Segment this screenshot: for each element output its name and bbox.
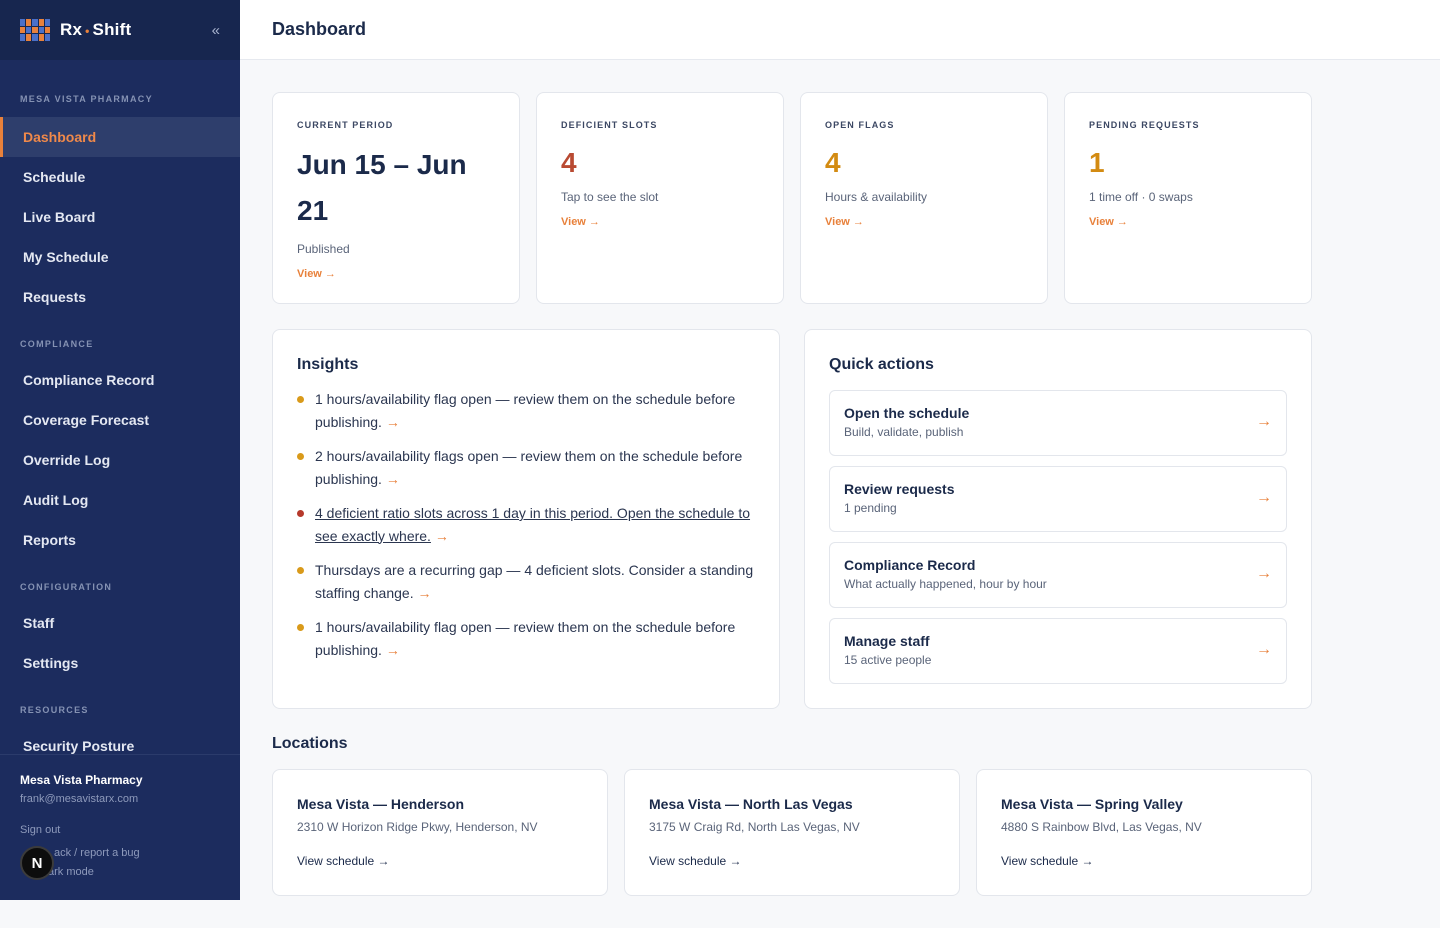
page-title: Dashboard [272, 19, 367, 39]
arrow-right-icon[interactable]: → [386, 642, 400, 658]
quick-action-subtitle: What actually happened, hour by hour [844, 577, 1047, 591]
insights-title: Insights [297, 356, 359, 373]
quick-action-review-requests[interactable]: Review requests 1 pending → [829, 466, 1287, 532]
brand-logo[interactable]: Rx • Shift [60, 20, 131, 40]
arrow-right-icon: → [1256, 489, 1272, 506]
locations-title: Locations [272, 735, 348, 752]
quick-action-open-schedule[interactable]: Open the schedule Build, validate, publi… [829, 390, 1287, 456]
sidebar-item-my-schedule[interactable]: My Schedule [0, 237, 240, 277]
insight-item: 1 hours/availability flag open — review … [297, 388, 755, 433]
quick-action-manage-staff[interactable]: Manage staff 15 active people → [829, 618, 1287, 684]
stat-subtext: Hours & availability [825, 190, 928, 204]
arrow-right-icon: → [1256, 565, 1272, 582]
quick-action-title: Compliance Record [844, 557, 976, 573]
location-address: 2310 W Horizon Ridge Pkwy, Henderson, NV [297, 820, 538, 834]
location-card-spring-valley: Mesa Vista — Spring Valley 4880 S Rainbo… [976, 769, 1312, 896]
dev-tools-badge[interactable]: N [20, 846, 54, 880]
insight-item: 1 hours/availability flag open — review … [297, 616, 755, 661]
location-address: 4880 S Rainbow Blvd, Las Vegas, NV [1001, 820, 1202, 834]
sidebar-item-compliance-record[interactable]: Compliance Record [0, 360, 240, 400]
sidebar: Rx • Shift « MESA VISTA PHARMACY Dashboard… [0, 0, 240, 900]
stat-value: 1 [1089, 147, 1105, 178]
view-link[interactable]: View → [297, 268, 336, 280]
sidebar-section-org: MESA VISTA PHARMACY [20, 94, 153, 104]
stat-label: DEFICIENT SLOTS [561, 120, 658, 130]
location-name: Mesa Vista — Spring Valley [1001, 796, 1183, 812]
location-name: Mesa Vista — North Las Vegas [649, 796, 853, 812]
deficient-slots-link[interactable]: 4 deficient ratio slots across 1 day in … [315, 505, 750, 544]
arrow-right-icon[interactable]: → [386, 471, 400, 487]
quick-action-title: Manage staff [844, 633, 930, 649]
stat-label: PENDING REQUESTS [1089, 120, 1200, 130]
arrow-right-icon[interactable]: → [386, 414, 400, 430]
quick-action-title: Open the schedule [844, 405, 970, 421]
warning-dot-icon [297, 453, 304, 460]
user-email: frank@mesavistarx.com [20, 793, 139, 805]
sidebar-item-settings[interactable]: Settings [0, 643, 240, 683]
org-name: Mesa Vista Pharmacy [20, 773, 143, 787]
sidebar-item-reports[interactable]: Reports [0, 520, 240, 560]
sidebar-item-live-board[interactable]: Live Board [0, 197, 240, 237]
quick-action-compliance-record[interactable]: Compliance Record What actually happened… [829, 542, 1287, 608]
view-schedule-link[interactable]: View schedule → [297, 854, 390, 868]
quick-action-subtitle: Build, validate, publish [844, 425, 964, 439]
location-card-henderson: Mesa Vista — Henderson 2310 W Horizon Ri… [272, 769, 608, 896]
insights-card: Insights 1 hours/availability flag open … [272, 329, 780, 709]
insight-item: 2 hours/availability flags open — review… [297, 445, 755, 490]
insight-item: 4 deficient ratio slots across 1 day in … [297, 502, 755, 547]
sidebar-item-audit-log[interactable]: Audit Log [0, 480, 240, 520]
stat-value: 4 [825, 147, 841, 178]
view-link[interactable]: View → [1089, 216, 1128, 228]
sidebar-section-configuration: CONFIGURATION [20, 582, 113, 592]
location-card-north-las-vegas: Mesa Vista — North Las Vegas 3175 W Crai… [624, 769, 960, 896]
sidebar-header: Rx • Shift « [0, 0, 240, 60]
warning-dot-icon [297, 624, 304, 631]
warning-dot-icon [297, 396, 304, 403]
stat-card-pending-requests: PENDING REQUESTS 1 1 time off · 0 swaps … [1064, 92, 1312, 304]
stat-subtext: Published [297, 242, 350, 256]
insight-item: Thursdays are a recurring gap — 4 defici… [297, 559, 755, 604]
stat-subtext: Tap to see the slot [561, 190, 659, 204]
arrow-right-icon[interactable]: → [435, 528, 449, 544]
sidebar-footer: Mesa Vista Pharmacy frank@mesavistarx.co… [0, 754, 240, 900]
quick-actions-card: Quick actions Open the schedule Build, v… [804, 329, 1312, 709]
arrow-right-icon[interactable]: → [418, 585, 432, 601]
top-bar: Dashboard [240, 0, 1440, 60]
sidebar-item-override-log[interactable]: Override Log [0, 440, 240, 480]
location-name: Mesa Vista — Henderson [297, 796, 465, 812]
arrow-right-icon: → [1256, 641, 1272, 658]
stat-card-current-period: CURRENT PERIOD Jun 15 – Jun 21 Published… [272, 92, 520, 304]
sidebar-item-staff[interactable]: Staff [0, 603, 240, 643]
view-link[interactable]: View → [825, 216, 864, 228]
logo-grid-icon [20, 19, 50, 41]
stat-card-deficient-slots: DEFICIENT SLOTS 4 Tap to see the slot Vi… [536, 92, 784, 304]
view-schedule-link[interactable]: View schedule → [649, 854, 742, 868]
stat-value: Jun 15 – Jun 21 [297, 149, 467, 226]
sidebar-item-requests[interactable]: Requests [0, 277, 240, 317]
quick-action-subtitle: 1 pending [844, 501, 897, 515]
stat-subtext: 1 time off · 0 swaps [1089, 190, 1193, 204]
quick-actions-title: Quick actions [829, 356, 934, 373]
view-link[interactable]: View → [561, 216, 600, 228]
location-address: 3175 W Craig Rd, North Las Vegas, NV [649, 820, 860, 834]
critical-dot-icon [297, 510, 304, 517]
sidebar-item-dashboard[interactable]: Dashboard [0, 117, 240, 157]
stat-card-open-flags: OPEN FLAGS 4 Hours & availability View → [800, 92, 1048, 304]
sidebar-item-coverage-forecast[interactable]: Coverage Forecast [0, 400, 240, 440]
warning-dot-icon [297, 567, 304, 574]
insights-list: 1 hours/availability flag open — review … [297, 388, 755, 661]
sidebar-item-schedule[interactable]: Schedule [0, 157, 240, 197]
sign-out-link[interactable]: Sign out [20, 824, 220, 836]
arrow-right-icon: → [1256, 413, 1272, 430]
view-schedule-link[interactable]: View schedule → [1001, 854, 1094, 868]
stat-value: 4 [561, 147, 577, 178]
stat-label: CURRENT PERIOD [297, 120, 394, 130]
quick-action-title: Review requests [844, 481, 955, 497]
stat-label: OPEN FLAGS [825, 120, 895, 130]
quick-action-subtitle: 15 active people [844, 653, 932, 667]
sidebar-section-compliance: COMPLIANCE [20, 339, 94, 349]
sidebar-section-resources: RESOURCES [20, 705, 89, 715]
collapse-sidebar-icon[interactable]: « [212, 22, 220, 39]
